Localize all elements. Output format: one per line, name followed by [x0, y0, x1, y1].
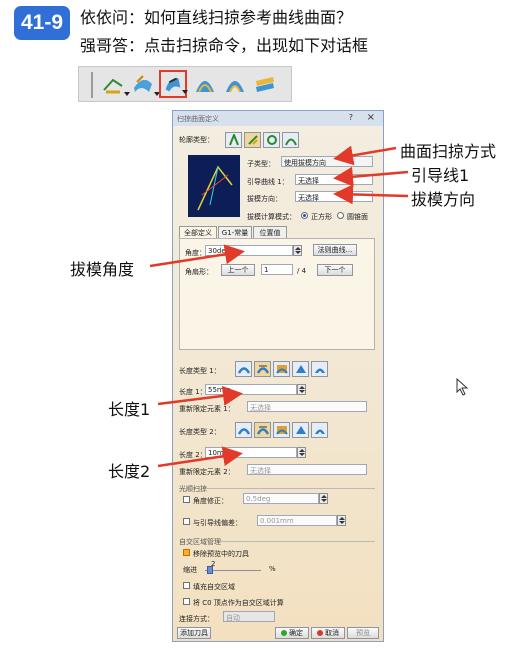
annotation-sweep-method: 曲面扫掠方式 — [400, 142, 497, 161]
annotation-length2: 长度2 — [108, 462, 151, 481]
annotation-draft-direction: 拔模方向 — [411, 190, 476, 209]
arrow-length1 — [157, 385, 243, 406]
annotation-draft-angle: 拔模角度 — [70, 260, 135, 279]
arrow-guide-line — [333, 166, 409, 187]
arrow-length2 — [157, 446, 243, 468]
arrow-draft-angle — [149, 244, 245, 268]
annotation-length1: 长度1 — [108, 400, 151, 419]
mouse-cursor-icon — [456, 378, 469, 396]
arrow-draft-direction — [333, 184, 409, 205]
annotation-arrows — [149, 145, 409, 468]
arrow-sweep-method — [333, 145, 397, 166]
annotation-guide-line: 引导线1 — [411, 166, 470, 185]
